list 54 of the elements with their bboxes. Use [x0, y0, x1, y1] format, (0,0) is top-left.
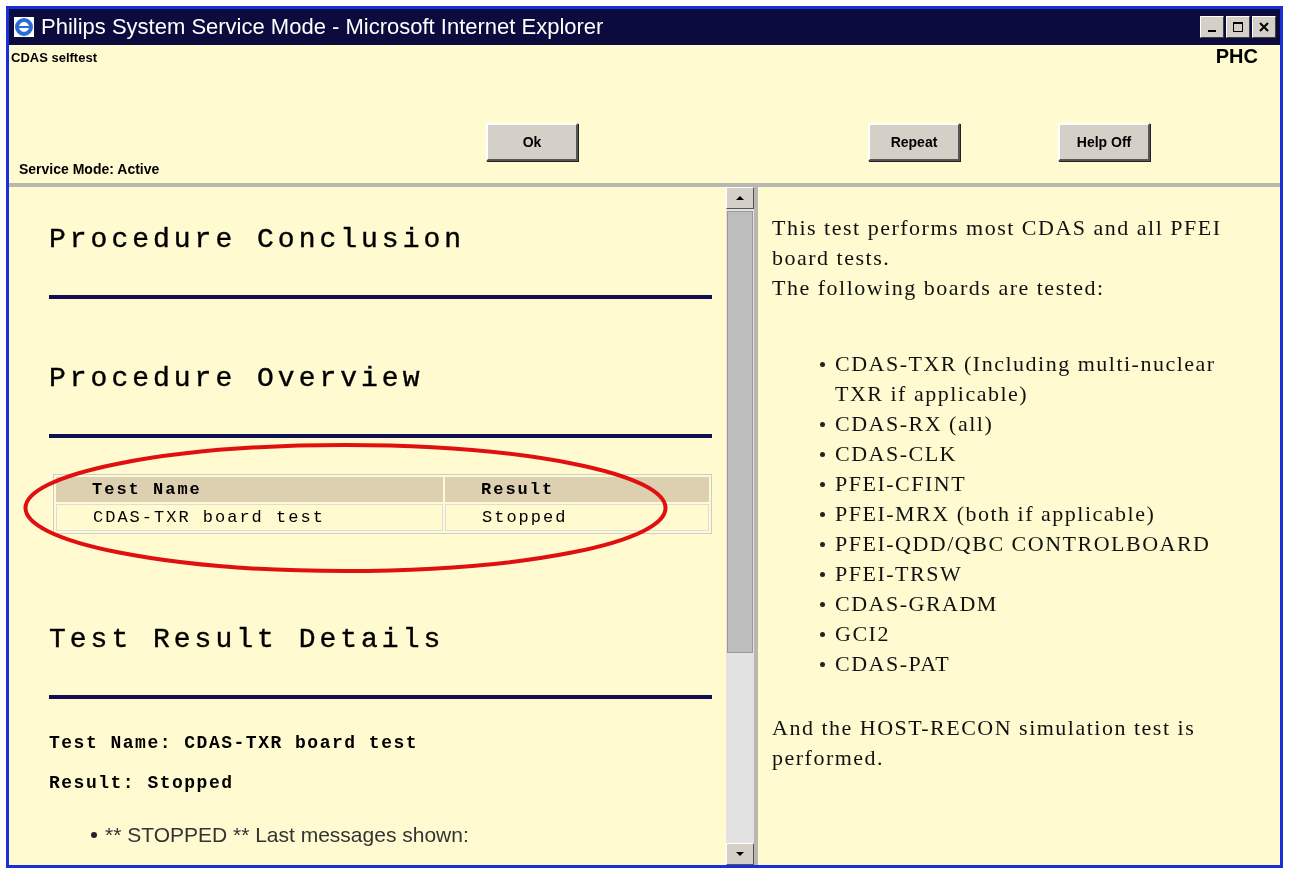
section-heading: Procedure Overview [49, 363, 425, 394]
description-text: The following boards are tested: [772, 274, 1106, 302]
close-icon [1258, 21, 1270, 33]
column-header: Test Name [56, 477, 443, 502]
bullet-icon [820, 572, 825, 577]
bullet-icon [820, 452, 825, 457]
browser-icon [13, 16, 35, 38]
bullet-icon [820, 512, 825, 517]
board-name: PFEI-MRX (both if applicable) [835, 500, 1156, 528]
scroll-up-button[interactable] [726, 187, 754, 209]
board-name: GCI2 [835, 620, 890, 648]
bullet-icon [820, 482, 825, 487]
brand-label: PHC [1215, 45, 1258, 69]
message-text: ** STOPPED ** Last messages shown: [105, 823, 469, 847]
scrollbar[interactable] [726, 187, 754, 865]
bullet-icon [820, 602, 825, 607]
window-title: Philips System Service Mode - Microsoft Internet Explorer [41, 14, 605, 40]
board-name: PFEI-QDD/QBC CONTROLBOARD [835, 530, 1211, 558]
toolbar-button[interactable]: Help Off [1058, 123, 1150, 161]
board-name: PFEI-TRSW [835, 560, 963, 588]
board-name: CDAS-CLK [835, 440, 957, 468]
minimize-button[interactable] [1200, 16, 1224, 38]
bullet-icon [820, 662, 825, 667]
section-heading: Procedure Conclusion [49, 224, 467, 255]
board-name: CDAS-PAT [835, 650, 951, 678]
minimize-icon [1208, 30, 1216, 32]
close-button[interactable] [1252, 16, 1276, 38]
scroll-thumb[interactable] [727, 211, 753, 653]
bullet-icon [820, 632, 825, 637]
column-header: Result [445, 477, 709, 502]
maximize-button[interactable] [1226, 16, 1250, 38]
up-arrow-icon [735, 195, 745, 201]
detail-line: Test Name: CDAS-TXR board test [49, 733, 420, 753]
table-cell: Stopped [445, 504, 709, 531]
description-text: This test performs most CDAS and all PFEI board tests. [772, 214, 1222, 272]
board-name: CDAS-TXR (Including multi-nuclear TXR if applicable) [835, 350, 1217, 408]
section-heading: Test Result Details [49, 624, 446, 655]
scroll-down-button[interactable] [726, 843, 754, 865]
bullet-icon [91, 832, 97, 838]
description-text: And the HOST-RECON simulation test is performed. [772, 714, 1197, 772]
toolbar-button[interactable]: Ok [486, 123, 578, 161]
detail-line: Result: Stopped [49, 773, 235, 793]
toolbar-button[interactable]: Repeat [868, 123, 960, 161]
maximize-icon [1232, 21, 1244, 33]
service-mode-status: Service Mode: Active [18, 161, 161, 177]
board-name: PFEI-CFINT [835, 470, 967, 498]
table-cell: CDAS-TXR board test [56, 504, 443, 531]
bullet-icon [820, 542, 825, 547]
board-name: CDAS-RX (all) [835, 410, 994, 438]
page-label: CDAS selftest [11, 49, 98, 65]
bullet-icon [820, 362, 825, 367]
down-arrow-icon [735, 851, 745, 857]
bullet-icon [820, 422, 825, 427]
board-name: CDAS-GRADM [835, 590, 998, 618]
